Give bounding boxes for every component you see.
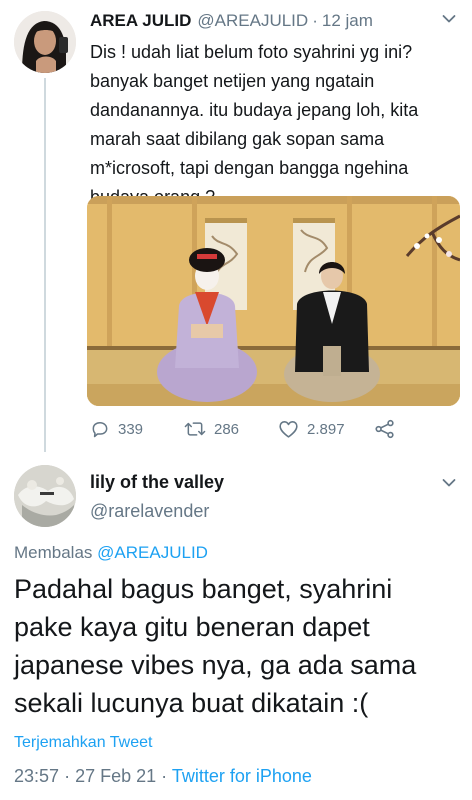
parent-time-separator: ·	[312, 11, 318, 30]
reply-count: 339	[118, 420, 144, 438]
chevron-down-icon[interactable]	[442, 478, 456, 488]
tweet-actions: 339 286 2.897	[90, 416, 462, 442]
translate-tweet-link[interactable]: Terjemahkan Tweet	[14, 734, 152, 752]
retweet-icon	[184, 422, 206, 436]
thread-line	[44, 78, 46, 452]
reply-icon	[92, 422, 108, 438]
replying-to-mention[interactable]: @AREAJULID	[97, 543, 208, 562]
replying-to-label: Membalas	[14, 543, 93, 562]
reply-handle[interactable]: @rarelavender	[90, 501, 209, 522]
tweet-photo-image	[87, 196, 460, 406]
parent-avatar-image	[14, 11, 76, 73]
reply-button[interactable]: 339	[90, 416, 143, 442]
like-button[interactable]: 2.897	[278, 416, 345, 442]
reply-display-name[interactable]: lily of the valley	[90, 472, 224, 493]
like-count: 2.897	[307, 420, 345, 438]
retweet-button[interactable]: 286	[184, 416, 239, 442]
chevron-down-icon[interactable]	[442, 14, 456, 24]
tweet-meta: 23:57 · 27 Feb 21 · Twitter for iPhone	[14, 766, 312, 787]
tweet-source[interactable]: Twitter for iPhone	[172, 766, 312, 786]
tweet-time[interactable]: 23:57	[14, 766, 59, 786]
reply-tweet-text: Padahal bagus banget, syahrini pake kaya…	[14, 574, 417, 718]
parent-display-name[interactable]: AREA JULID	[90, 11, 191, 31]
meta-separator: ·	[64, 766, 71, 786]
parent-handle[interactable]: @AREAJULID	[197, 11, 308, 31]
tweet-date[interactable]: 27 Feb 21	[75, 766, 156, 786]
reply-avatar[interactable]	[14, 465, 76, 527]
parent-tweet-header: AREA JULID @AREAJULID · 12 jam	[90, 9, 456, 33]
tweet-photo[interactable]	[87, 196, 460, 406]
share-button[interactable]	[374, 416, 404, 442]
share-icon	[375, 419, 394, 439]
reply-avatar-image	[14, 465, 76, 527]
meta-separator: ·	[161, 766, 168, 786]
like-icon	[279, 421, 298, 438]
parent-tweet-text: Dis ! udah liat belum foto syahrini yg i…	[90, 42, 419, 207]
parent-timestamp[interactable]: 12 jam	[322, 11, 373, 31]
parent-avatar[interactable]	[14, 11, 76, 73]
replying-to: Membalas @AREAJULID	[14, 543, 208, 563]
retweet-count: 286	[214, 420, 240, 438]
